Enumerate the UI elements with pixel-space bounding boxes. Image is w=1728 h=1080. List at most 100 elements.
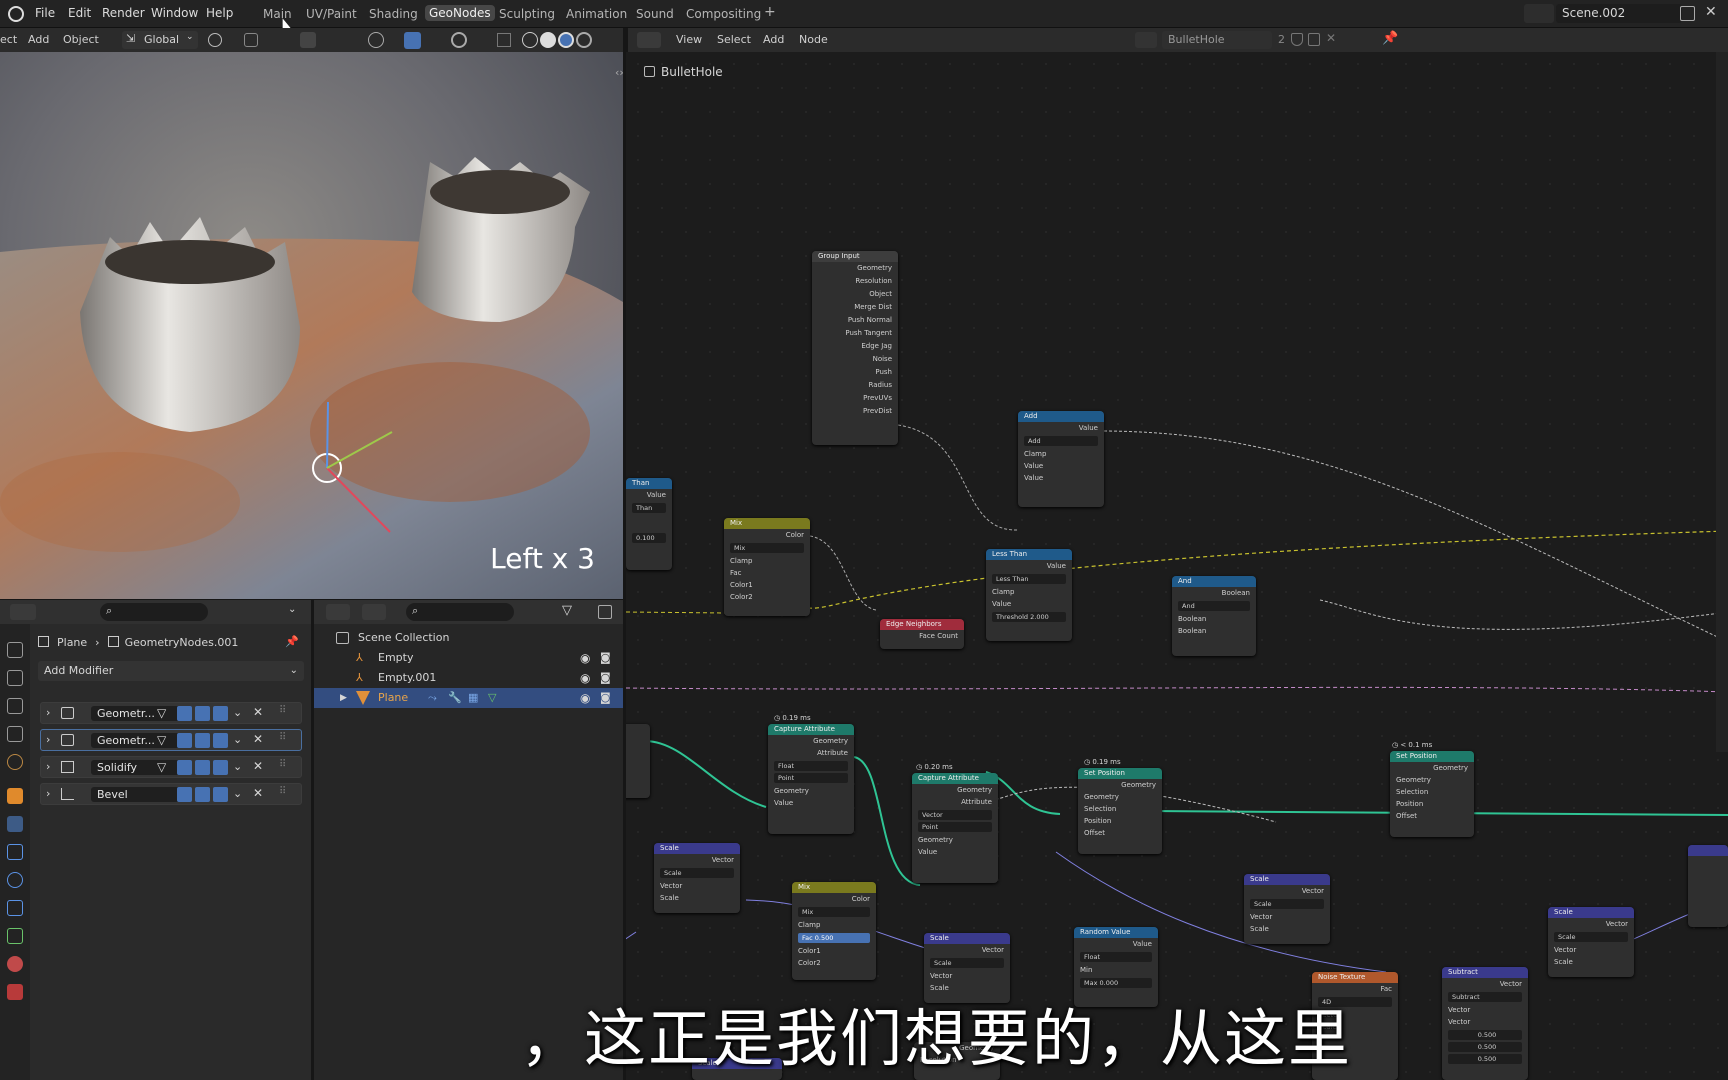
operation-dropdown[interactable]: Scale bbox=[1554, 932, 1628, 942]
texture-tab-icon[interactable] bbox=[7, 984, 23, 1000]
chevron-down-icon[interactable]: ⌄ bbox=[233, 733, 242, 746]
socket-value-in[interactable]: Value bbox=[768, 797, 854, 809]
menu-view[interactable]: View bbox=[676, 31, 702, 49]
tab-geonodes[interactable]: GeoNodes bbox=[425, 5, 495, 21]
data-type-dropdown[interactable]: Float bbox=[774, 761, 848, 771]
eye-icon[interactable]: ◉ bbox=[580, 648, 590, 668]
camera-icon[interactable]: ◙ bbox=[600, 688, 611, 708]
snap-icon[interactable] bbox=[244, 33, 258, 47]
socket-noise[interactable]: Noise bbox=[812, 353, 898, 366]
eye-icon[interactable]: ◉ bbox=[580, 668, 590, 688]
area-divider-icon[interactable]: ‹› bbox=[615, 66, 624, 79]
socket-edge-jag[interactable]: Edge Jag bbox=[812, 340, 898, 353]
edit-mode-icon[interactable]: ▽ bbox=[157, 733, 166, 747]
socket-color-out[interactable]: Color bbox=[792, 893, 876, 905]
chevron-down-icon[interactable]: ⌄ bbox=[233, 706, 242, 719]
view-layer-tab-icon[interactable] bbox=[7, 726, 23, 742]
node-less-than-partial[interactable]: Than Value Than 0.100 bbox=[626, 478, 672, 570]
node-edge-neighbors[interactable]: Edge Neighbors Face Count bbox=[880, 619, 964, 649]
menu-file[interactable]: File bbox=[35, 6, 55, 20]
socket-color2[interactable]: Color2 bbox=[792, 957, 876, 969]
socket-geometry-in[interactable]: Geometry bbox=[1078, 791, 1162, 803]
scene-tab-icon[interactable] bbox=[7, 754, 23, 770]
threshold-field[interactable]: Threshold 2.000 bbox=[992, 612, 1066, 622]
delete-scene-icon[interactable]: ✕ bbox=[1705, 4, 1717, 20]
drag-handle-icon[interactable]: ⠿ bbox=[279, 732, 286, 743]
vector-x-field[interactable]: 0.500 bbox=[1448, 1030, 1522, 1040]
menu-add[interactable]: Add bbox=[28, 31, 49, 49]
socket-face-count[interactable]: Face Count bbox=[880, 630, 964, 642]
on-cage-icon[interactable] bbox=[177, 787, 192, 802]
chevron-down-icon[interactable]: ⌄ bbox=[233, 787, 242, 800]
tab-sculpting[interactable]: Sculpting bbox=[499, 7, 555, 21]
node-left-partial[interactable] bbox=[626, 724, 650, 798]
modifier-tab-icon[interactable] bbox=[7, 816, 23, 832]
pivot-icon[interactable] bbox=[208, 33, 222, 47]
socket-geometry-in[interactable]: Geometry bbox=[912, 834, 998, 846]
filter-icon[interactable]: ▽ bbox=[562, 603, 572, 618]
chevron-down-icon[interactable]: ⌄ bbox=[288, 604, 296, 615]
socket-geometry-in[interactable]: Geometry bbox=[1390, 774, 1474, 786]
socket-prev-dist[interactable]: PrevDist bbox=[812, 405, 898, 418]
socket-geometry-in[interactable]: Geometry bbox=[768, 785, 854, 797]
socket-value-in[interactable]: Value bbox=[1018, 472, 1104, 484]
expand-chevron-icon[interactable]: › bbox=[46, 787, 50, 800]
socket-vector-in[interactable]: Vector bbox=[654, 880, 740, 892]
solid-shading-icon[interactable] bbox=[540, 32, 556, 48]
socket-min[interactable]: Min bbox=[1074, 964, 1158, 976]
display-mode-icon[interactable] bbox=[362, 604, 386, 620]
socket-offset[interactable]: Offset bbox=[1390, 810, 1474, 822]
socket-boolean-in[interactable]: Boolean bbox=[1172, 613, 1256, 625]
clamp-checkbox[interactable]: Clamp bbox=[1018, 448, 1104, 460]
node-vector-scale[interactable]: Scale Vector Scale Vector Scale bbox=[1548, 907, 1634, 977]
proportional-edit-icon[interactable] bbox=[300, 32, 316, 48]
socket-attribute-out[interactable]: Attribute bbox=[912, 796, 998, 808]
output-tab-icon[interactable] bbox=[7, 698, 23, 714]
domain-dropdown[interactable]: Point bbox=[774, 773, 848, 783]
socket-vector-out[interactable]: Vector bbox=[1548, 918, 1634, 930]
clamp-checkbox[interactable]: Clamp bbox=[792, 919, 876, 931]
modifier-panel[interactable]: › Solidify ▽ ⌄ ✕ ⠿ bbox=[40, 756, 302, 778]
expand-chevron-icon[interactable]: › bbox=[46, 706, 50, 719]
expand-chevron-icon[interactable]: › bbox=[46, 733, 50, 746]
search-input[interactable]: ⌕ bbox=[406, 603, 514, 621]
socket-color1[interactable]: Color1 bbox=[724, 579, 810, 591]
render-icon[interactable] bbox=[213, 733, 228, 748]
blend-mode-dropdown[interactable]: Mix bbox=[798, 907, 870, 917]
socket-prev-uvs[interactable]: PrevUVs bbox=[812, 392, 898, 405]
socket-geometry[interactable]: Geometry bbox=[812, 262, 898, 275]
node-less-than[interactable]: Less Than Value Less Than Clamp Value Th… bbox=[986, 549, 1072, 641]
close-icon[interactable]: ✕ bbox=[253, 705, 263, 719]
close-icon[interactable]: ✕ bbox=[253, 759, 263, 773]
blender-logo-icon[interactable] bbox=[8, 6, 24, 22]
socket-vector-in[interactable]: Vector bbox=[1548, 944, 1634, 956]
socket-vector-in[interactable]: Vector bbox=[1244, 911, 1330, 923]
list-item[interactable]: ⅄ Empty.001 ◉ ◙ bbox=[314, 668, 623, 688]
node-vector-scale[interactable]: Scale Vector Scale Vector Scale bbox=[654, 843, 740, 913]
node-mix[interactable]: Mix Color Mix Clamp Fac 0.500 Color1 Col… bbox=[792, 882, 876, 980]
editor-type-icon[interactable] bbox=[637, 32, 661, 48]
node-set-position[interactable]: Set Position Geometry Geometry Selection… bbox=[1078, 768, 1162, 854]
list-item[interactable]: ▶ Plane ⤳ 🔧 ▦ ▽ ◉ ◙ bbox=[314, 688, 623, 708]
close-icon[interactable]: ✕ bbox=[253, 732, 263, 746]
modifier-name[interactable]: Solidify bbox=[91, 760, 187, 775]
tab-sound[interactable]: Sound bbox=[636, 7, 674, 21]
edit-mode-icon[interactable]: ▽ bbox=[157, 760, 166, 774]
editor-type-icon[interactable] bbox=[10, 604, 36, 620]
socket-scale-in[interactable]: Scale bbox=[654, 892, 740, 904]
xray-icon[interactable] bbox=[497, 33, 511, 47]
node-capture-attribute[interactable]: Capture Attribute Geometry Attribute Vec… bbox=[912, 773, 998, 883]
node-and[interactable]: And Boolean And Boolean Boolean bbox=[1172, 576, 1256, 656]
unlink-icon[interactable]: ✕ bbox=[1326, 31, 1336, 45]
vector-z-field[interactable]: 0.500 bbox=[1448, 1054, 1522, 1064]
scene-selector-icon[interactable] bbox=[1524, 4, 1554, 23]
operation-dropdown[interactable]: Add bbox=[1024, 436, 1098, 446]
socket-boolean-in[interactable]: Boolean bbox=[1172, 625, 1256, 637]
socket-radius[interactable]: Radius bbox=[812, 379, 898, 392]
socket-push-tangent[interactable]: Push Tangent bbox=[812, 327, 898, 340]
render-icon[interactable] bbox=[213, 760, 228, 775]
socket-position[interactable]: Position bbox=[1078, 815, 1162, 827]
vector-y-field[interactable]: 0.500 bbox=[1448, 1042, 1522, 1052]
node-capture-attribute[interactable]: Capture Attribute Geometry Attribute Flo… bbox=[768, 724, 854, 834]
menu-edit[interactable]: Edit bbox=[68, 6, 91, 20]
